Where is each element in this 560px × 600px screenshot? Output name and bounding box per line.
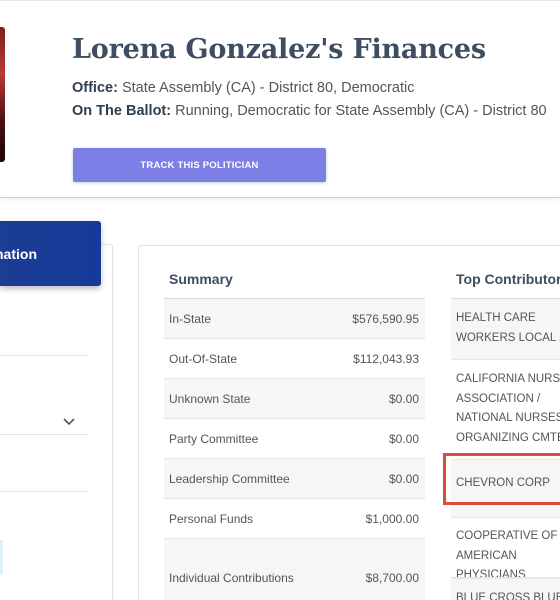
profile-header: Lorena Gonzalez's Finances Office: State…: [0, 0, 560, 198]
sidebar-divider: [0, 355, 88, 356]
sidebar-item-nation[interactable]: nation: [0, 221, 101, 286]
table-row: Party Committee $0.00: [164, 419, 425, 459]
page-title: Lorena Gonzalez's Finances: [72, 34, 486, 65]
summary-label: Party Committee: [169, 431, 259, 446]
summary-value: $8,700.00: [365, 570, 419, 585]
chevron-down-icon[interactable]: [63, 416, 77, 428]
contributor-name-line: AMERICAN: [456, 549, 517, 562]
list-item: HEALTH CARE WORKERS LOCAL 25: [451, 299, 560, 360]
office-value: State Assembly (CA) - District 80, Democ…: [121, 80, 415, 96]
summary-label: Individual Contributions: [169, 570, 294, 585]
contributor-name-line: WORKERS LOCAL 25: [456, 331, 560, 344]
contributor-name-line: CALIFORNIA NURSES: [456, 373, 560, 385]
summary-value: $0.00: [388, 431, 419, 446]
sidebar-divider: [0, 491, 88, 492]
contributor-name-line: PHYSICIANS: [456, 569, 526, 578]
sidebar-divider: [0, 434, 88, 435]
top-contributors-list: HEALTH CARE WORKERS LOCAL 25 CALIFORNIA …: [451, 299, 560, 600]
office-line: Office: State Assembly (CA) - District 8…: [72, 80, 414, 96]
list-item: CHEVRON CORP: [451, 460, 560, 518]
track-politician-button[interactable]: TRACK THIS POLITICIAN: [73, 148, 326, 182]
contributor-name-line: HEALTH CARE: [456, 312, 536, 324]
sidebar-panel: [0, 244, 113, 600]
politician-photo: [0, 27, 5, 162]
contributor-name-line: COOPERATIVE OF: [456, 530, 558, 542]
summary-label: Leadership Committee: [169, 471, 290, 486]
ballot-line: On The Ballot: Running, Democratic for S…: [72, 103, 547, 119]
contributor-name-line: BLUE CROSS BLUE: [456, 592, 560, 600]
list-item: COOPERATIVE OF AMERICAN PHYSICIANS: [451, 518, 560, 578]
contributor-name-line: ASSOCIATION /: [456, 392, 541, 405]
table-row: In-State $576,590.95: [164, 299, 425, 339]
contributor-name-line: ORGANIZING CMTE: [456, 431, 560, 444]
summary-value: $112,043.93: [353, 351, 419, 366]
summary-value: $1,000.00: [365, 511, 419, 526]
office-label: Office:: [72, 80, 118, 96]
ballot-label: On The Ballot:: [72, 103, 172, 119]
top-contributors-heading: Top Contributors: [456, 271, 560, 287]
sidebar-item-label: nation: [0, 245, 37, 262]
ballot-value: Running, Democratic for State Assembly (…: [175, 103, 547, 119]
table-row: Leadership Committee $0.00: [164, 459, 425, 499]
summary-label: In-State: [169, 311, 212, 326]
table-row: Personal Funds $1,000.00: [164, 499, 425, 539]
summary-label: Personal Funds: [169, 511, 254, 526]
summary-table: In-State $576,590.95 Out-Of-State $112,0…: [164, 299, 425, 600]
list-item: BLUE CROSS BLUE: [451, 578, 560, 600]
table-row: Unknown State $0.00: [164, 379, 425, 419]
contributor-name-line: NATIONAL NURSES: [456, 412, 560, 424]
table-row: Individual Contributions $8,700.00: [164, 539, 425, 600]
summary-value: $0.00: [388, 471, 419, 486]
summary-value: $576,590.95: [352, 311, 419, 326]
sidebar-accent: [0, 540, 3, 574]
contributor-name-line: CHEVRON CORP: [456, 477, 550, 489]
table-row: Out-Of-State $112,043.93: [164, 339, 425, 379]
list-item: CALIFORNIA NURSES ASSOCIATION / NATIONAL…: [451, 360, 560, 460]
summary-heading: Summary: [169, 271, 233, 287]
summary-label: Out-Of-State: [169, 351, 238, 366]
summary-value: $0.00: [388, 391, 419, 406]
summary-label: Unknown State: [169, 391, 251, 406]
